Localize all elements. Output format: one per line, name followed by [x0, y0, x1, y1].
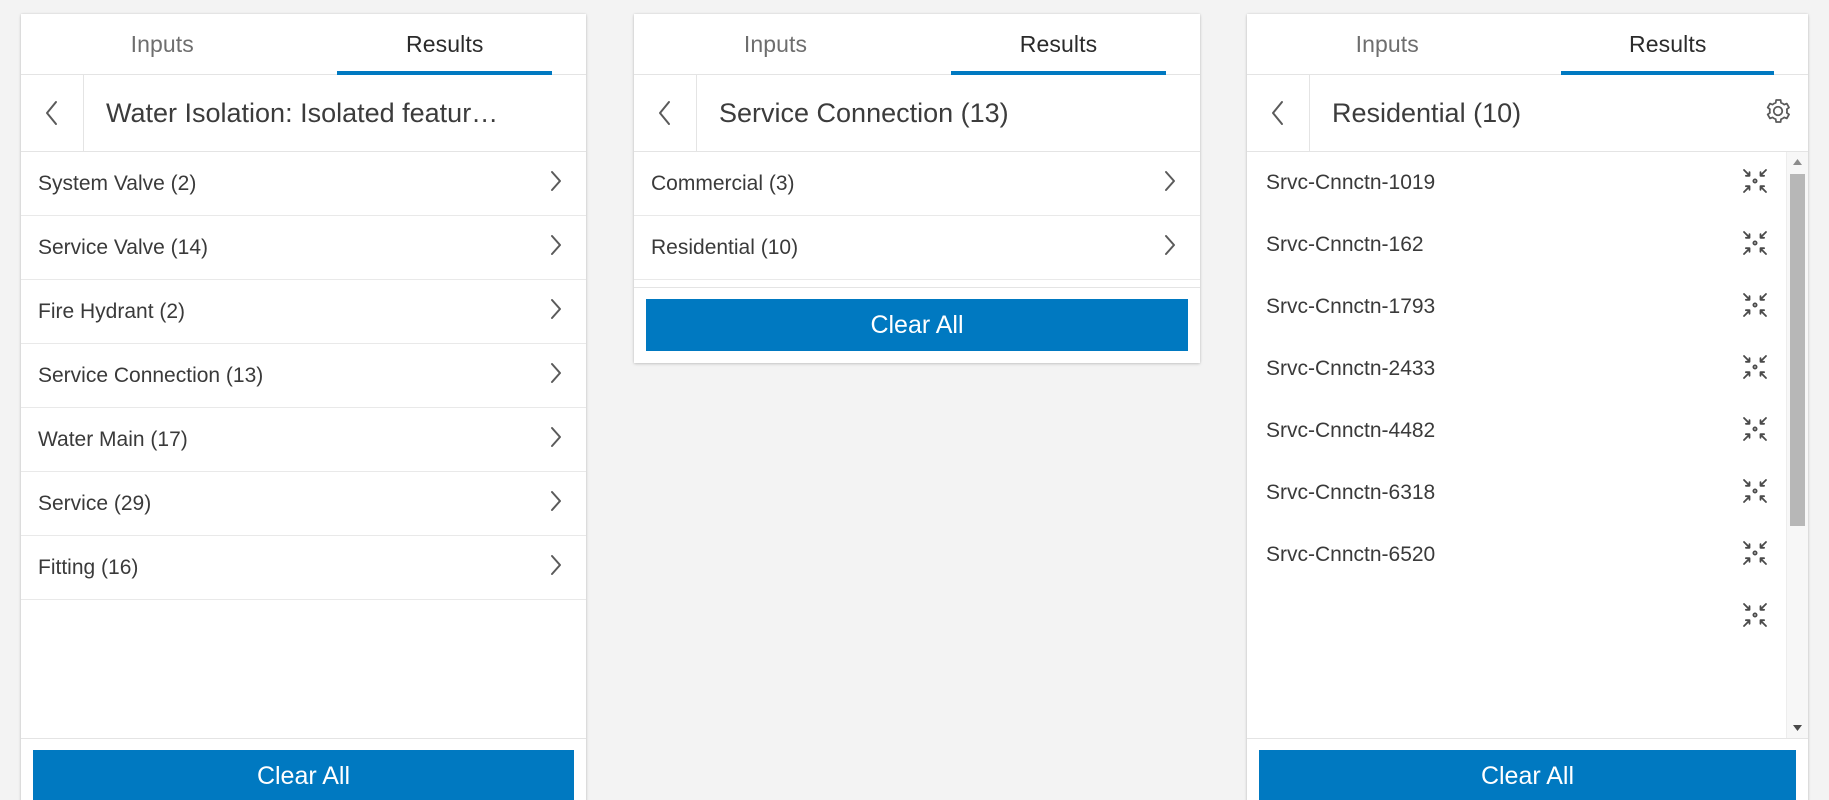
- gear-icon: [1763, 96, 1793, 131]
- zoom-to-feature-icon[interactable]: [1742, 354, 1768, 385]
- scroll-down-button[interactable]: [1787, 718, 1808, 738]
- tab-label: Inputs: [1355, 30, 1419, 57]
- tab-results-panel1[interactable]: Results: [304, 14, 587, 75]
- list-item[interactable]: Service (29): [21, 472, 586, 536]
- tab-inputs-panel3[interactable]: Inputs: [1247, 14, 1528, 74]
- zoom-to-feature-icon[interactable]: [1742, 168, 1768, 199]
- caret-down-icon: [1792, 719, 1803, 737]
- feature-list-item[interactable]: Srvc-Cnnctn-1793: [1247, 276, 1808, 338]
- tab-label: Inputs: [130, 30, 194, 57]
- feature-label: Srvc-Cnnctn-6318: [1266, 481, 1436, 504]
- list-item-label: Service Connection (13): [38, 363, 264, 387]
- panel-isolated-features: Inputs Results Water Isolation: Isolated…: [21, 14, 586, 800]
- back-button-panel2[interactable]: [634, 75, 697, 151]
- settings-button-panel3[interactable]: [1748, 75, 1808, 151]
- list-item-label: Service (29): [38, 491, 152, 515]
- caret-up-icon: [1792, 153, 1803, 171]
- list-item-label: Service Valve (14): [38, 235, 209, 259]
- panel3-header: Residential (10): [1247, 75, 1808, 152]
- chevron-right-icon: [548, 360, 564, 391]
- zoom-to-feature-icon[interactable]: [1742, 478, 1768, 509]
- panel1-list: System Valve (2) Service Valve (14) Fire…: [21, 152, 586, 738]
- feature-label: Srvc-Cnnctn-6520: [1266, 543, 1436, 566]
- feature-label: Srvc-Cnnctn-4482: [1266, 419, 1436, 442]
- list-item[interactable]: Fire Hydrant (2): [21, 280, 586, 344]
- list-item-label: Water Main (17): [38, 427, 188, 451]
- feature-label: Srvc-Cnnctn-2433: [1266, 357, 1436, 380]
- zoom-to-feature-icon[interactable]: [1742, 292, 1768, 323]
- app-canvas: Inputs Results Water Isolation: Isolated…: [0, 0, 1829, 800]
- panel2-list: Commercial (3) Residential (10): [634, 152, 1200, 287]
- panel-residential: Inputs Results Residential (10) Srvc-Cnn…: [1247, 14, 1808, 800]
- feature-list-item[interactable]: Srvc-Cnnctn-2433: [1247, 338, 1808, 400]
- panel1-footer: Clear All: [21, 738, 586, 800]
- tabbar-panel2: Inputs Results: [634, 14, 1200, 75]
- tab-results-panel2[interactable]: Results: [917, 14, 1200, 75]
- chevron-right-icon: [548, 296, 564, 327]
- list-item[interactable]: Commercial (3): [634, 152, 1200, 216]
- feature-list-item[interactable]: Srvc-Cnnctn-162: [1247, 214, 1808, 276]
- panel2-header: Service Connection (13): [634, 75, 1200, 152]
- list-item[interactable]: Service Valve (14): [21, 216, 586, 280]
- back-button-panel3[interactable]: [1247, 75, 1310, 151]
- tab-label: Results: [1629, 30, 1707, 57]
- feature-list-item[interactable]: Srvc-Cnnctn-4482: [1247, 400, 1808, 462]
- list-item[interactable]: Fitting (16): [21, 536, 586, 600]
- panel3-title: Residential (10): [1332, 97, 1522, 128]
- feature-label: Srvc-Cnnctn-1019: [1266, 171, 1436, 194]
- back-button-panel1[interactable]: [21, 75, 84, 151]
- tabbar-panel3: Inputs Results: [1247, 14, 1808, 75]
- chevron-right-icon: [548, 552, 564, 583]
- list-item-label: Fitting (16): [38, 555, 139, 579]
- scrollbar-thumb[interactable]: [1790, 174, 1805, 526]
- list-item-label: Fire Hydrant (2): [38, 299, 186, 323]
- feature-list-item[interactable]: Srvc-Cnnctn-1019: [1247, 152, 1808, 214]
- list-item[interactable]: Service Connection (13): [21, 344, 586, 408]
- tab-label: Inputs: [743, 30, 808, 57]
- tab-inputs-panel1[interactable]: Inputs: [21, 14, 304, 74]
- tabbar-panel1: Inputs Results: [21, 14, 586, 75]
- clear-all-button-panel3[interactable]: Clear All: [1259, 750, 1796, 800]
- clear-all-button-panel2[interactable]: Clear All: [646, 299, 1188, 351]
- scroll-up-button[interactable]: [1787, 152, 1808, 172]
- panel2-title: Service Connection (13): [719, 97, 1009, 128]
- list-item[interactable]: Water Main (17): [21, 408, 586, 472]
- zoom-to-feature-icon[interactable]: [1742, 602, 1768, 633]
- feature-list-item[interactable]: Srvc-Cnnctn-6318: [1247, 462, 1808, 524]
- feature-label: Srvc-Cnnctn-1793: [1266, 295, 1436, 318]
- chevron-left-icon: [655, 98, 675, 128]
- feature-list-item[interactable]: Srvc-Cnnctn-6520: [1247, 524, 1808, 586]
- list-item-label: System Valve (2): [38, 171, 197, 195]
- panel3-scrollbar[interactable]: [1786, 152, 1808, 738]
- list-item[interactable]: System Valve (2): [21, 152, 586, 216]
- zoom-to-feature-icon[interactable]: [1742, 230, 1768, 261]
- list-item-label: Residential (10): [651, 235, 799, 259]
- list-item-label: Commercial (3): [651, 171, 795, 195]
- chevron-left-icon: [42, 98, 62, 128]
- panel-service-connection: Inputs Results Service Connection (13) C…: [634, 14, 1200, 363]
- tab-results-panel3[interactable]: Results: [1528, 14, 1809, 75]
- chevron-right-icon: [1162, 168, 1178, 199]
- tab-label: Results: [1019, 30, 1098, 57]
- panel1-title: Water Isolation: Isolated featur…: [106, 97, 499, 128]
- chevron-right-icon: [548, 424, 564, 455]
- chevron-right-icon: [548, 488, 564, 519]
- chevron-right-icon: [548, 232, 564, 263]
- panel3-footer: Clear All: [1247, 738, 1808, 800]
- tab-inputs-panel2[interactable]: Inputs: [634, 14, 917, 74]
- panel1-header: Water Isolation: Isolated featur…: [21, 75, 586, 152]
- feature-list-item-partial[interactable]: [1247, 586, 1808, 648]
- chevron-right-icon: [1162, 232, 1178, 263]
- chevron-right-icon: [548, 168, 564, 199]
- clear-all-button-panel1[interactable]: Clear All: [33, 750, 574, 800]
- panel3-list: Srvc-Cnnctn-1019 Srvc-Cnnctn-162 Srvc-Cn…: [1247, 152, 1808, 738]
- chevron-left-icon: [1268, 98, 1288, 128]
- zoom-to-feature-icon[interactable]: [1742, 416, 1768, 447]
- zoom-to-feature-icon[interactable]: [1742, 540, 1768, 571]
- tab-label: Results: [406, 30, 484, 57]
- list-item[interactable]: Residential (10): [634, 216, 1200, 280]
- panel2-footer: Clear All: [634, 287, 1200, 363]
- feature-label: Srvc-Cnnctn-162: [1266, 233, 1424, 256]
